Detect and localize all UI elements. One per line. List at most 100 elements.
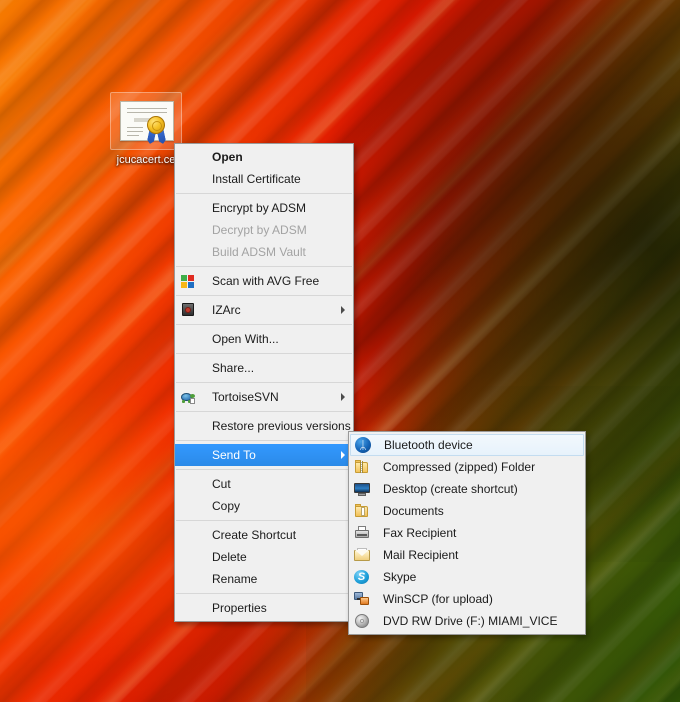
menu-item-label: Documents — [383, 504, 444, 518]
menu-item-label: WinSCP (for upload) — [383, 592, 493, 606]
menu-separator — [176, 520, 352, 521]
menu-item-label: Decrypt by ADSM — [212, 223, 307, 237]
send-to-item-skype[interactable]: S Skype — [349, 566, 585, 588]
menu-item-label: Rename — [212, 572, 258, 586]
menu-item-label: Mail Recipient — [383, 548, 459, 562]
no-icon — [179, 331, 197, 347]
menu-item-tortoisesvn[interactable]: TortoiseSVN — [175, 386, 353, 408]
folder-icon — [354, 503, 370, 519]
menu-item-rename[interactable]: Rename — [175, 568, 353, 590]
send-to-item-desktop-create-shortcut[interactable]: Desktop (create shortcut) — [349, 478, 585, 500]
no-icon — [179, 222, 197, 238]
menu-item-label: Send To — [212, 448, 256, 462]
menu-item-label: Build ADSM Vault — [212, 245, 306, 259]
menu-item-izarc[interactable]: IZArc — [175, 299, 353, 321]
no-icon — [179, 200, 197, 216]
menu-item-label: Bluetooth device — [384, 438, 473, 452]
mail-envelope-icon — [354, 547, 370, 563]
no-icon — [179, 149, 197, 165]
menu-item-label: Cut — [212, 477, 231, 491]
menu-item-label: Delete — [212, 550, 247, 564]
fax-printer-icon — [354, 525, 370, 541]
desktop-monitor-icon — [354, 481, 370, 497]
menu-item-decrypt-by-adsm: Decrypt by ADSM — [175, 219, 353, 241]
menu-item-restore-previous-versions[interactable]: Restore previous versions — [175, 415, 353, 437]
menu-item-label: Compressed (zipped) Folder — [383, 460, 536, 474]
menu-separator — [176, 440, 352, 441]
menu-separator — [176, 266, 352, 267]
context-menu[interactable]: Open Install Certificate Encrypt by ADSM De… — [174, 143, 354, 622]
certificate-icon[interactable] — [110, 92, 182, 150]
menu-separator — [176, 382, 352, 383]
menu-item-build-adsm-vault: Build ADSM Vault — [175, 241, 353, 263]
menu-item-send-to[interactable]: Send To — [175, 444, 353, 466]
menu-item-label: Open With... — [212, 332, 279, 346]
izarc-icon — [180, 302, 196, 318]
winscp-icon — [354, 591, 370, 607]
menu-separator — [176, 593, 352, 594]
menu-item-encrypt-by-adsm[interactable]: Encrypt by ADSM — [175, 197, 353, 219]
no-icon — [179, 418, 197, 434]
no-icon — [179, 571, 197, 587]
no-icon — [179, 360, 197, 376]
menu-item-label: Desktop (create shortcut) — [383, 482, 518, 496]
send-to-item-dvd-rw-drive-f-miami-vice[interactable]: DVD RW Drive (F:) MIAMI_VICE — [349, 610, 585, 632]
no-icon — [179, 244, 197, 260]
menu-item-create-shortcut[interactable]: Create Shortcut — [175, 524, 353, 546]
menu-item-label: TortoiseSVN — [212, 390, 279, 404]
send-to-item-fax-recipient[interactable]: Fax Recipient — [349, 522, 585, 544]
menu-item-label: Create Shortcut — [212, 528, 297, 542]
send-to-item-winscp-for-upload[interactable]: WinSCP (for upload) — [349, 588, 585, 610]
menu-item-scan-with-avg-free[interactable]: Scan with AVG Free — [175, 270, 353, 292]
menu-separator — [176, 411, 352, 412]
menu-item-label: Fax Recipient — [383, 526, 457, 540]
menu-item-label: Properties — [212, 601, 267, 615]
submenu-arrow-icon — [341, 451, 345, 459]
menu-item-cut[interactable]: Cut — [175, 473, 353, 495]
no-icon — [179, 527, 197, 543]
menu-separator — [176, 324, 352, 325]
menu-item-properties[interactable]: Properties — [175, 597, 353, 619]
send-to-item-documents[interactable]: Documents — [349, 500, 585, 522]
menu-separator — [176, 193, 352, 194]
no-icon — [179, 498, 197, 514]
send-to-item-bluetooth-device[interactable]: ᛦ Bluetooth device — [350, 434, 584, 456]
menu-item-share[interactable]: Share... — [175, 357, 353, 379]
desktop-icon-label: jcucacert.ce — [116, 154, 176, 166]
desktop[interactable]: jcucacert.ce Open Install Certificate Encr… — [0, 0, 680, 702]
menu-item-open[interactable]: Open — [175, 146, 353, 168]
menu-separator — [176, 353, 352, 354]
menu-item-open-with[interactable]: Open With... — [175, 328, 353, 350]
send-to-item-mail-recipient[interactable]: Mail Recipient — [349, 544, 585, 566]
menu-separator — [176, 469, 352, 470]
menu-item-install-certificate[interactable]: Install Certificate — [175, 168, 353, 190]
no-icon — [179, 476, 197, 492]
menu-item-delete[interactable]: Delete — [175, 546, 353, 568]
no-icon — [179, 600, 197, 616]
submenu-arrow-icon — [341, 393, 345, 401]
menu-item-label: IZArc — [212, 303, 241, 317]
menu-item-copy[interactable]: Copy — [175, 495, 353, 517]
no-icon — [179, 447, 197, 463]
avg-icon — [180, 273, 196, 289]
dvd-drive-icon — [354, 613, 370, 629]
send-to-submenu[interactable]: ᛦ Bluetooth device Compressed (zipped) Fol… — [348, 431, 586, 635]
menu-item-label: Skype — [383, 570, 417, 584]
menu-item-label: Share... — [212, 361, 255, 375]
menu-item-label: Encrypt by ADSM — [212, 201, 307, 215]
menu-item-label: Install Certificate — [212, 172, 301, 186]
menu-item-label: DVD RW Drive (F:) MIAMI_VICE — [383, 614, 558, 628]
certificate-seal-icon — [147, 116, 165, 134]
menu-item-label: Open — [212, 150, 243, 164]
no-icon — [179, 549, 197, 565]
bluetooth-icon: ᛦ — [355, 437, 371, 453]
skype-icon: S — [354, 569, 370, 585]
tortoisesvn-icon — [180, 389, 196, 405]
submenu-arrow-icon — [341, 306, 345, 314]
menu-item-label: Copy — [212, 499, 241, 513]
no-icon — [179, 171, 197, 187]
send-to-item-compressed-zipped-folder[interactable]: Compressed (zipped) Folder — [349, 456, 585, 478]
menu-item-label: Restore previous versions — [212, 419, 351, 433]
menu-item-label: Scan with AVG Free — [212, 274, 320, 288]
menu-separator — [176, 295, 352, 296]
